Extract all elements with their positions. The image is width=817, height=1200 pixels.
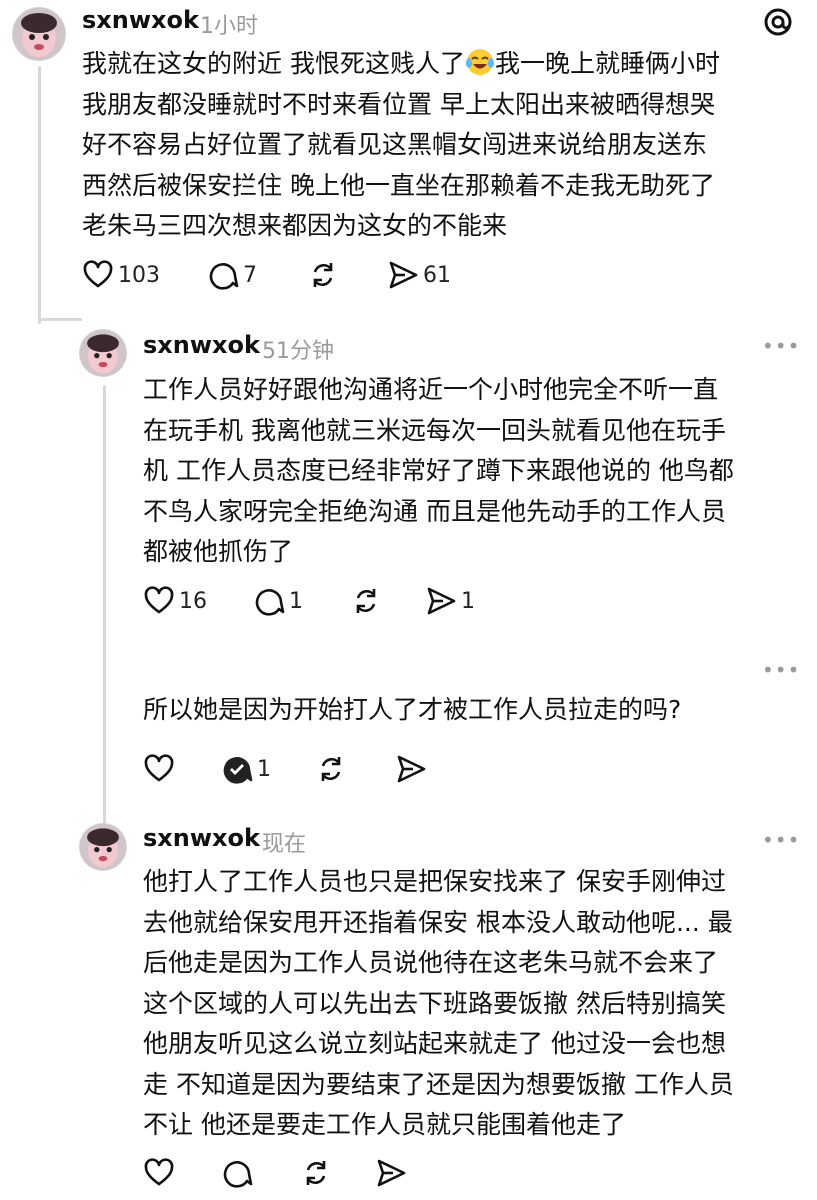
username[interactable]: sxnwxok xyxy=(82,6,199,34)
comment-button[interactable] xyxy=(221,1156,253,1190)
username[interactable]: sxnwxok xyxy=(143,824,260,852)
send-icon xyxy=(427,587,456,615)
share-button[interactable]: 61 xyxy=(387,258,451,292)
post-text: 他打人了工作人员也只是把保安找来了 保安手刚伸过 去他就给保安甩开还指着保安 根… xyxy=(143,867,734,1139)
post-actions: 16 1 1 xyxy=(143,584,543,618)
timestamp: 现在 xyxy=(262,832,307,857)
comment-icon xyxy=(223,1161,253,1188)
comment-icon xyxy=(209,263,239,290)
send-icon xyxy=(377,1159,406,1187)
repost-button[interactable] xyxy=(350,584,382,618)
comment-button[interactable]: 7 xyxy=(207,258,257,292)
comment-count: 7 xyxy=(243,262,257,288)
share-button[interactable]: 1 xyxy=(425,584,475,618)
heart-icon xyxy=(144,586,174,614)
username[interactable]: sxnwxok xyxy=(143,331,260,359)
thread-line-curve xyxy=(38,318,82,321)
more-options-icon[interactable]: ••• xyxy=(762,658,800,682)
more-options-icon[interactable]: ••• xyxy=(762,828,800,852)
share-count: 61 xyxy=(423,262,451,288)
like-button[interactable]: 103 xyxy=(82,258,160,292)
post-actions xyxy=(143,1156,543,1190)
thread-line xyxy=(103,385,106,830)
like-count: 16 xyxy=(179,588,207,614)
comment-filled-check-icon xyxy=(223,757,253,784)
post-text-part: 我就在这女的附近 我恨死这贱人了 xyxy=(82,49,465,78)
share-count: 1 xyxy=(461,588,475,614)
like-button[interactable] xyxy=(143,1156,175,1190)
like-button[interactable]: 16 xyxy=(143,584,207,618)
laughing-crying-emoji-icon xyxy=(465,49,494,75)
repost-icon xyxy=(313,263,333,287)
share-button[interactable] xyxy=(375,1156,407,1190)
comment-count: 1 xyxy=(257,756,271,782)
timestamp: 51分钟 xyxy=(262,339,334,364)
post-text: 工作人员好好跟他沟通将近一个小时他完全不听一直 在玩手机 我离他就三米远每次一回… xyxy=(143,375,734,566)
post-actions: 103 7 61 xyxy=(82,258,482,292)
comment-count: 1 xyxy=(289,588,303,614)
send-icon xyxy=(397,755,426,783)
repost-button[interactable] xyxy=(315,752,347,786)
send-icon xyxy=(389,261,418,289)
repost-button[interactable] xyxy=(307,258,339,292)
post-text: 所以她是因为开始打人了才被工作人员拉走的吗? xyxy=(143,695,682,724)
repost-icon xyxy=(321,757,341,781)
heart-icon xyxy=(83,260,113,288)
avatar[interactable] xyxy=(80,824,126,870)
timestamp: 1小时 xyxy=(200,14,258,39)
post-text: 我就在这女的附近 我恨死这贱人了 我一晚上就睡俩小时 我朋友都没睡就时不时来看位置… xyxy=(82,44,802,247)
avatar[interactable] xyxy=(80,330,126,376)
threads-logo-icon[interactable] xyxy=(762,6,794,38)
like-button[interactable] xyxy=(143,752,175,786)
more-options-icon[interactable]: ••• xyxy=(762,334,800,358)
like-count: 103 xyxy=(118,262,160,288)
comment-icon xyxy=(255,589,285,616)
post-actions: 1 xyxy=(143,752,543,786)
avatar[interactable] xyxy=(13,8,65,60)
thread-line xyxy=(38,66,41,324)
heart-icon xyxy=(144,754,174,782)
repost-button[interactable] xyxy=(300,1156,332,1190)
share-button[interactable] xyxy=(395,752,427,786)
repost-icon xyxy=(356,589,376,613)
comment-button[interactable]: 1 xyxy=(221,752,271,786)
repost-icon xyxy=(306,1161,326,1185)
heart-icon xyxy=(144,1158,174,1186)
comment-button[interactable]: 1 xyxy=(253,584,303,618)
